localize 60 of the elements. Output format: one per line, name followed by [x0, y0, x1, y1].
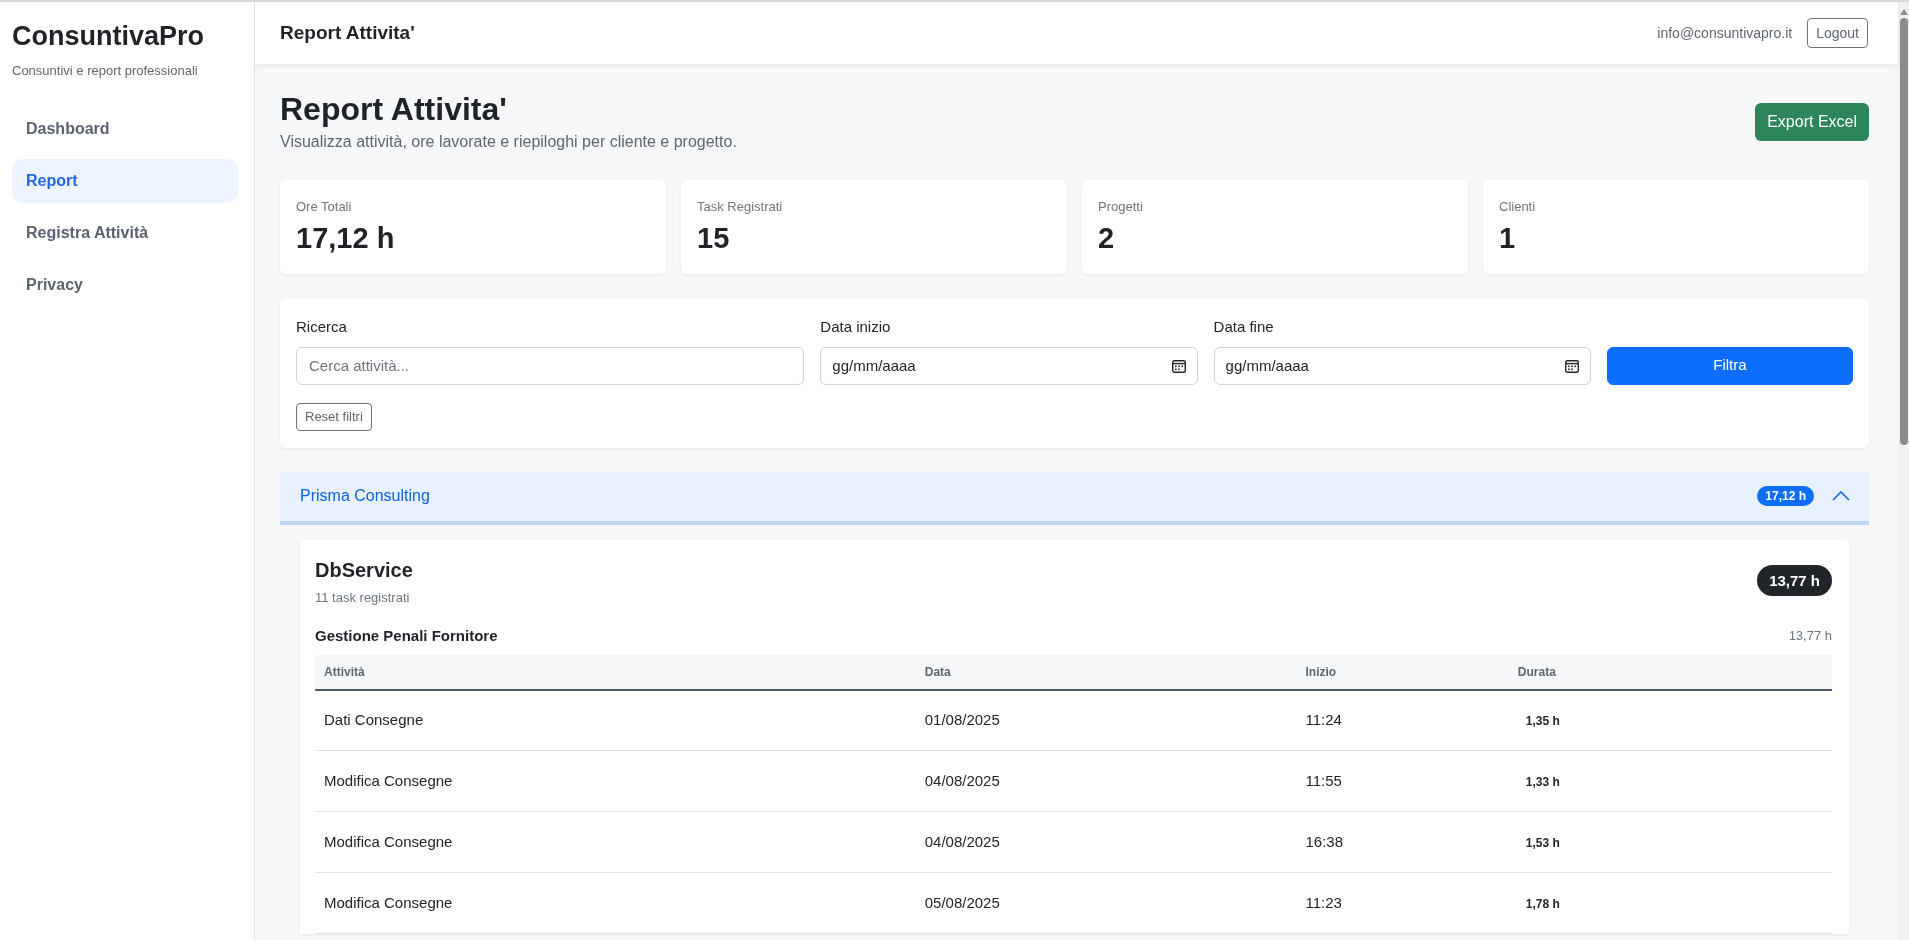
- stat-value: 1: [1499, 221, 1517, 256]
- duration-text: 1,35 h: [1524, 714, 1561, 728]
- table-cell: 11:55: [1296, 750, 1509, 812]
- stat-label: Ore Totali: [296, 198, 353, 216]
- client-header[interactable]: Prisma Consulting 17,12 h: [280, 471, 1869, 525]
- table-cell: 04/08/2025: [915, 750, 1297, 812]
- user-email: info@consuntivapro.it: [1657, 23, 1793, 43]
- table-cell: Modifica Consegne: [315, 811, 916, 873]
- stat-label: Task Registrati: [697, 198, 784, 216]
- column-header: Data: [915, 654, 1297, 690]
- table-cell: Modifica Consegne: [315, 872, 916, 934]
- table-cell: Dati Consegne: [315, 689, 916, 751]
- filter-button[interactable]: Filtra: [1606, 346, 1853, 385]
- field-label: Ricerca: [296, 317, 348, 337]
- table-cell: 16:38: [1296, 811, 1509, 873]
- reset-filters-button[interactable]: Reset filtri: [296, 402, 372, 431]
- logout-button[interactable]: Logout: [1807, 18, 1868, 48]
- stat-value: 15: [697, 221, 731, 256]
- chevron-up-icon[interactable]: [1832, 491, 1850, 501]
- column-header: Inizio: [1296, 654, 1509, 690]
- scroll-up-icon[interactable]: [1899, 9, 1908, 15]
- field-label: Data inizio: [820, 317, 892, 337]
- brand-tagline: Consuntivi e report professionali: [12, 62, 198, 80]
- group-hours: 13,77 h: [1788, 626, 1832, 645]
- calendar-icon[interactable]: [1171, 358, 1186, 373]
- header-title: Report Attivita': [280, 20, 415, 45]
- duration-text: 1,78 h: [1524, 896, 1561, 911]
- page-subtitle: Visualizza attività, ore lavorate e riepiloghi per cliente e progetto.: [280, 132, 737, 152]
- duration-text: 1,53 h: [1524, 835, 1561, 850]
- page-title: Report Attivita': [280, 90, 508, 128]
- table-cell: 11:23: [1296, 872, 1509, 934]
- table-cell: Modifica Consegne: [315, 750, 916, 812]
- stat-value: 17,12 h: [296, 221, 396, 256]
- group-title: Gestione Penali Fornitore: [315, 625, 498, 646]
- hours-badge: 13,77 h: [1757, 564, 1832, 596]
- sidebar-item[interactable]: Report: [12, 159, 238, 203]
- calendar-icon[interactable]: [1564, 358, 1579, 373]
- stat-label: Progetti: [1098, 198, 1144, 216]
- table-cell: 11:24: [1296, 689, 1509, 751]
- column-header: Durata: [1508, 654, 1832, 690]
- brand-name: ConsuntivaPro: [12, 20, 205, 52]
- table-cell: 01/08/2025: [915, 689, 1297, 751]
- export-button[interactable]: Export Excel: [1755, 103, 1869, 141]
- date-field[interactable]: gg/mm/aaaa: [1213, 346, 1591, 385]
- stat-label: Clienti: [1499, 198, 1537, 216]
- stat-value: 2: [1098, 221, 1116, 256]
- search-field[interactable]: Cerca attività...: [296, 346, 805, 385]
- field-label: Data fine: [1213, 317, 1275, 337]
- hours-badge: 17,12 h: [1757, 486, 1814, 506]
- sidebar-item[interactable]: Registra Attività: [12, 211, 238, 255]
- task-count: 11 task registrati: [315, 588, 410, 607]
- column-header: Attività: [315, 654, 916, 690]
- scrollbar-thumb[interactable]: [1899, 18, 1908, 445]
- sidebar-item[interactable]: Dashboard: [12, 107, 238, 151]
- project-title: DbService: [315, 557, 413, 582]
- sidebar-item[interactable]: Privacy: [12, 263, 238, 307]
- table-cell: 05/08/2025: [915, 872, 1297, 934]
- date-field[interactable]: gg/mm/aaaa: [820, 346, 1198, 385]
- duration-text: 1,33 h: [1524, 774, 1561, 789]
- table-cell: 04/08/2025: [915, 811, 1297, 873]
